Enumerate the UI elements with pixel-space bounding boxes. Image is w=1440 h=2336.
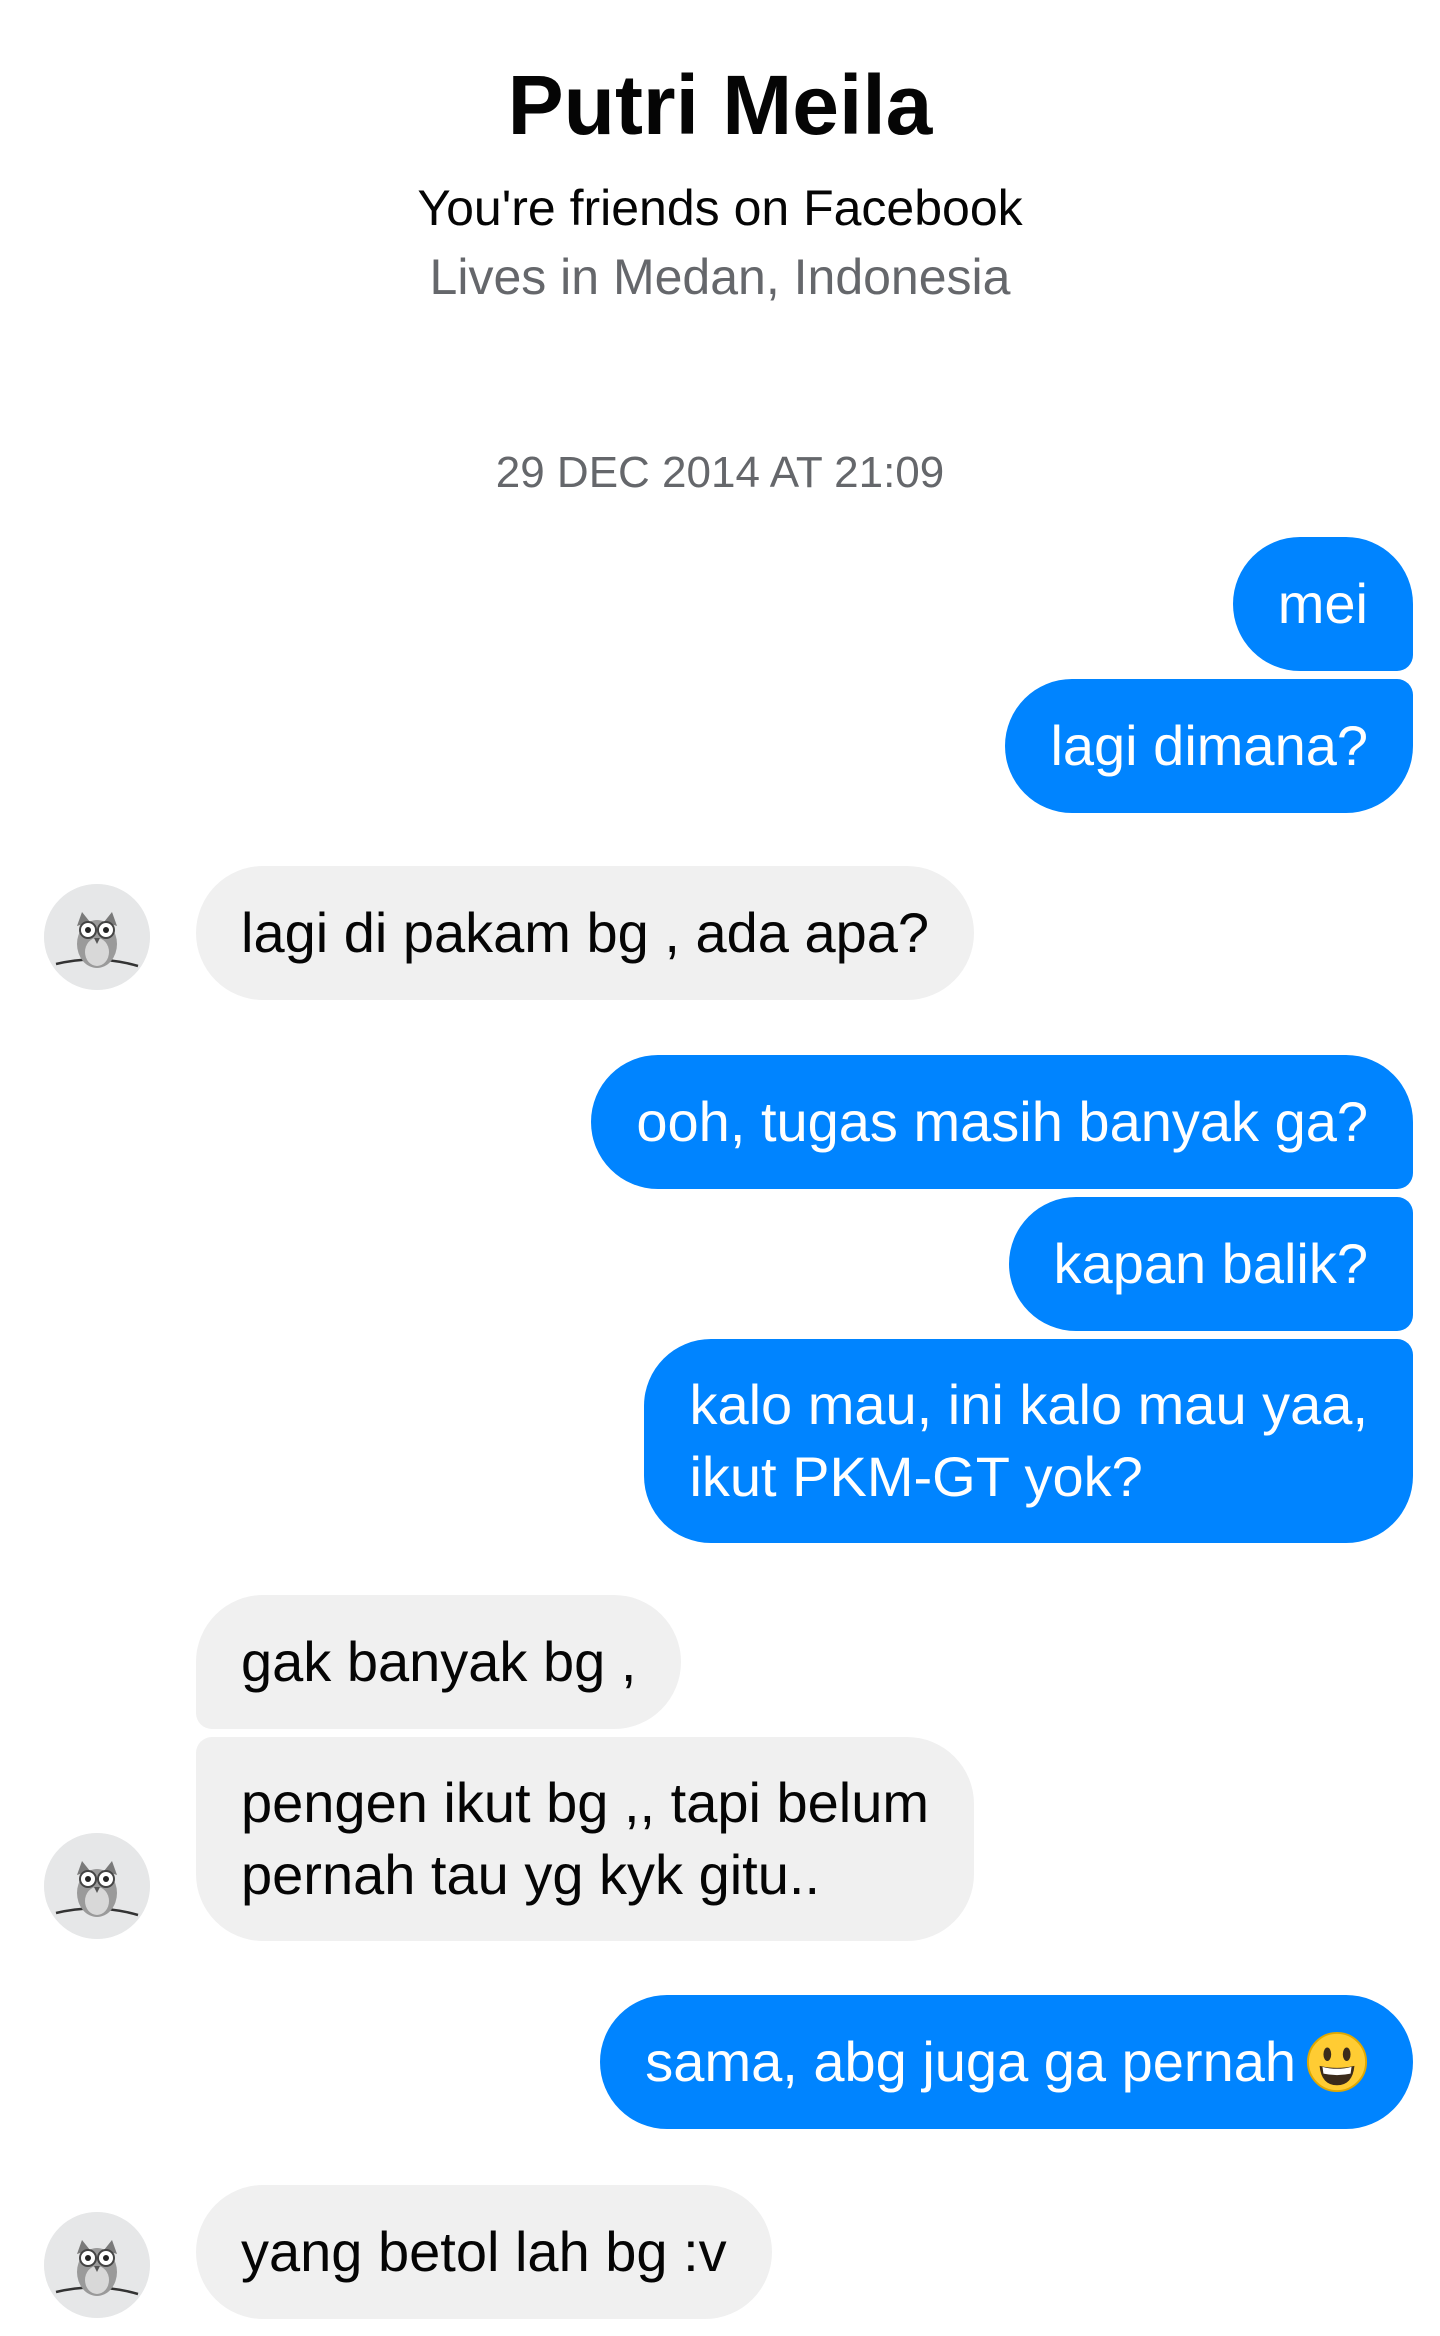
grinning-face-emoji [1306, 2031, 1368, 2093]
message-bubble-incoming[interactable]: yang betol lah bg :v [196, 2185, 772, 2319]
contact-location: Lives in Medan, Indonesia [429, 249, 1011, 305]
message-bubble-incoming[interactable]: gak banyak bg , [196, 1595, 682, 1729]
message-text: sama, abg juga ga pernah [645, 2030, 1296, 2093]
message-bubble-outgoing[interactable]: lagi dimana? [1005, 679, 1413, 813]
friends-status: You're friends on Facebook [417, 180, 1023, 236]
contact-name: Putri Meila [507, 58, 933, 152]
message-bubble-outgoing[interactable]: ooh, tugas masih banyak ga? [591, 1055, 1413, 1189]
owl-avatar-icon[interactable] [44, 884, 150, 990]
message-bubble-incoming[interactable]: lagi di pakam bg , ada apa? [196, 866, 975, 1000]
message-bubble-incoming[interactable]: pengen ikut bg ,, tapi belum pernah tau … [196, 1737, 975, 1941]
message-bubble-outgoing[interactable]: kapan balik? [1008, 1197, 1413, 1331]
owl-avatar-icon[interactable] [44, 2212, 150, 2318]
message-bubble-outgoing[interactable]: sama, abg juga ga pernah [600, 1995, 1413, 2129]
message-bubble-outgoing[interactable]: kalo mau, ini kalo mau yaa, ikut PKM-GT … [644, 1339, 1413, 1543]
message-timestamp: 29 DEC 2014 AT 21:09 [495, 448, 945, 497]
message-bubble-outgoing[interactable]: mei [1232, 537, 1413, 671]
owl-avatar-icon[interactable] [44, 1833, 150, 1939]
